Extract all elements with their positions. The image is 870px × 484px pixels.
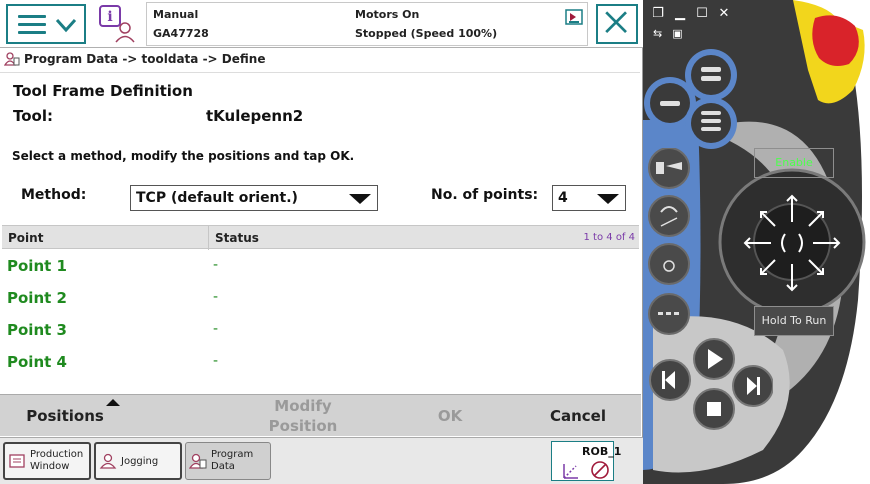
- positions-label: Positions: [26, 407, 104, 425]
- event-log-icon[interactable]: i: [96, 4, 138, 44]
- program-state: Stopped (Speed 100%): [355, 27, 498, 40]
- modify-label-line2: Position: [268, 417, 338, 435]
- task-production-line1: Production: [30, 449, 84, 460]
- method-value: TCP (default orient.): [136, 190, 298, 206]
- maximize-icon[interactable]: ☐: [695, 7, 709, 21]
- modify-label-line1: Modify: [274, 397, 332, 415]
- operating-mode: Manual: [153, 8, 199, 21]
- close-button[interactable]: [596, 4, 638, 44]
- chevron-down-icon: [55, 18, 77, 33]
- motion-mode-keys: [648, 148, 690, 335]
- quickset-icon[interactable]: [565, 9, 583, 25]
- enable-indicator: Enable: [754, 148, 834, 178]
- points-table: Point Status 1 to 4 of 4 Point 1 - Point…: [2, 225, 639, 393]
- table-row[interactable]: Point 4 -: [2, 345, 639, 377]
- taskbar: Production Window Jogging Program Data ROB…: [0, 437, 643, 484]
- tool-frame-form: Tool Frame Definition Tool: tKulepenn2 S…: [0, 72, 640, 224]
- point-name: Point 1: [7, 257, 67, 275]
- table-row[interactable]: Point 3 -: [2, 313, 639, 345]
- points-value: 4: [558, 190, 568, 206]
- table-row[interactable]: Point 2 -: [2, 281, 639, 313]
- jogging-icon: [99, 453, 117, 469]
- joystick[interactable]: [741, 192, 843, 294]
- method-label: Method:: [21, 187, 87, 203]
- task-program-line2: Data: [211, 461, 235, 472]
- table-row[interactable]: Point 1 -: [2, 249, 639, 281]
- svg-text:i: i: [107, 9, 112, 25]
- point-status: -: [213, 289, 219, 305]
- point-status: -: [213, 257, 219, 273]
- motors-state: Motors On: [355, 8, 420, 21]
- camera-icon[interactable]: ▣: [672, 27, 682, 40]
- method-dropdown[interactable]: TCP (default orient.): [130, 185, 378, 211]
- device-toolbar: ⇆ ▣: [653, 27, 683, 40]
- point-name: Point 3: [7, 321, 67, 339]
- hamburger-icon: [18, 15, 46, 35]
- task-program-data[interactable]: Program Data: [185, 442, 271, 480]
- action-bar: Positions Modify Position OK Cancel: [0, 394, 641, 436]
- cancel-button[interactable]: Cancel: [520, 395, 636, 437]
- window-controls: ❐ ▁ ☐ ✕: [651, 7, 731, 21]
- flexpendant-screen: i Manual GA47728 Motors On Stopped (Spee…: [0, 0, 643, 484]
- tool-label: Tool:: [13, 107, 53, 125]
- points-label: No. of points:: [431, 187, 539, 203]
- restore-icon[interactable]: ❐: [651, 7, 665, 21]
- point-name: Point 2: [7, 289, 67, 307]
- task-program-line1: Program: [211, 449, 254, 460]
- quickset-mechunit[interactable]: ROB_1: [551, 441, 621, 481]
- positions-button[interactable]: Positions: [0, 395, 130, 437]
- program-run-keys: [649, 338, 773, 430]
- coordinate-system-icon: [563, 461, 609, 479]
- top-bar: i Manual GA47728 Motors On Stopped (Spee…: [0, 0, 643, 48]
- task-jogging-label: Jogging: [121, 455, 159, 467]
- ok-label: OK: [437, 407, 463, 425]
- hold-to-run-button[interactable]: Hold To Run: [754, 306, 834, 336]
- points-dropdown[interactable]: 4: [552, 185, 626, 211]
- breadcrumb-text: Program Data -> tooldata -> Define: [24, 52, 266, 66]
- point-name: Point 4: [7, 353, 67, 371]
- column-divider: [208, 226, 209, 250]
- cancel-label: Cancel: [549, 407, 606, 425]
- page-title: Tool Frame Definition: [13, 82, 193, 100]
- point-status: -: [213, 353, 219, 369]
- status-panel[interactable]: Manual GA47728 Motors On Stopped (Speed …: [146, 2, 588, 46]
- minimize-icon[interactable]: ▁: [673, 7, 687, 21]
- production-window-icon: [9, 454, 25, 468]
- programmable-keys: [644, 49, 737, 149]
- modify-position-button[interactable]: Modify Position: [228, 395, 378, 437]
- rotate-icon[interactable]: ⇆: [653, 27, 662, 40]
- dropdown-arrow-icon: [349, 194, 371, 204]
- caret-up-icon: [106, 399, 120, 406]
- flexpendant-device: ❐ ▁ ☐ ✕ ⇆ ▣ Enable Hold To Run: [643, 0, 870, 484]
- column-header-status: Status: [215, 231, 259, 245]
- row-range: 1 to 4 of 4: [583, 232, 635, 243]
- task-production-line2: Window: [30, 461, 70, 472]
- controller-name: GA47728: [153, 27, 209, 40]
- tool-value: tKulepenn2: [206, 107, 304, 125]
- breadcrumb: Program Data -> tooldata -> Define: [4, 50, 265, 68]
- task-production-window[interactable]: Production Window: [3, 442, 91, 480]
- point-status: -: [213, 321, 219, 337]
- program-data-icon: [4, 52, 20, 66]
- close-icon: [605, 11, 627, 34]
- program-data-icon: [189, 453, 207, 469]
- instruction-text: Select a method, modify the positions an…: [12, 149, 355, 163]
- dropdown-arrow-icon: [597, 194, 619, 204]
- close-window-icon[interactable]: ✕: [717, 7, 731, 21]
- table-header: Point Status 1 to 4 of 4: [2, 225, 639, 250]
- column-header-point: Point: [8, 231, 44, 245]
- abb-menu-button[interactable]: [6, 4, 86, 44]
- task-jogging[interactable]: Jogging: [94, 442, 182, 480]
- ok-button[interactable]: OK: [410, 395, 490, 437]
